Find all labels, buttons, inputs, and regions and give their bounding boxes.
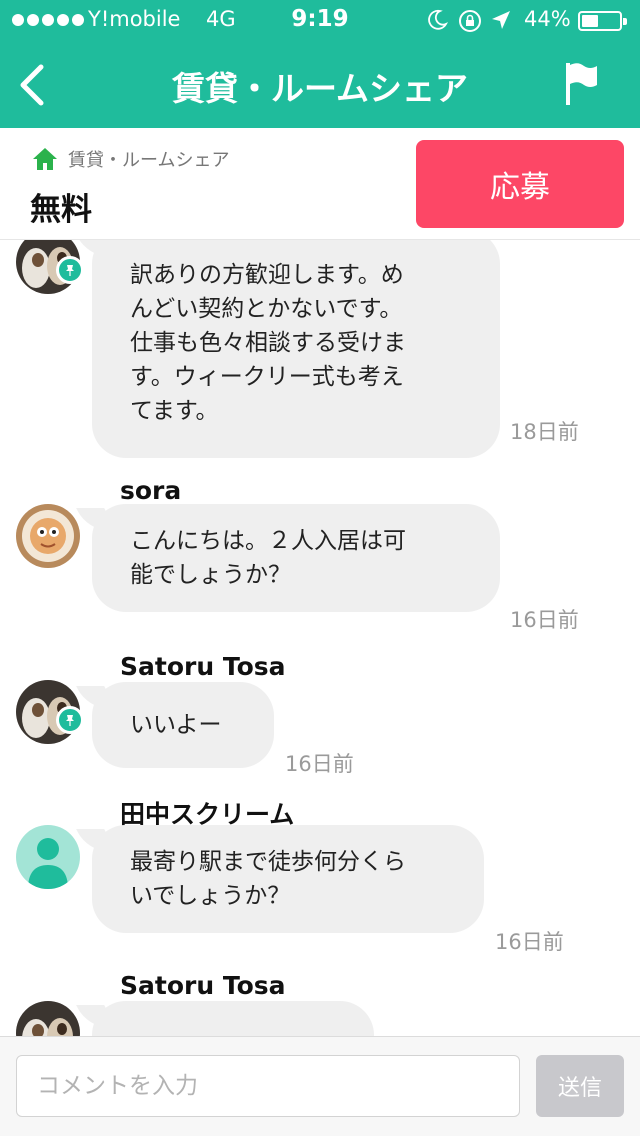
comment-thread[interactable]: 訳ありの方歓迎します。め んどい契約とかないです。 仕事も色々相談する受けま す…: [0, 240, 640, 1036]
chat-message: Satoru Tosa いいよー 16日前: [0, 652, 640, 782]
flag-icon: [566, 63, 597, 105]
message-timestamp: 16日前: [285, 752, 354, 776]
message-timestamp: 16日前: [495, 930, 564, 954]
home-icon: [33, 148, 57, 170]
avatar[interactable]: [16, 504, 80, 568]
owner-badge-icon: [56, 256, 84, 284]
latte-art-photo: [16, 504, 80, 568]
carrier-name: Y!mobile: [88, 7, 181, 31]
message-timestamp: 18日前: [510, 420, 579, 444]
moon-icon: [426, 9, 449, 36]
chat-message: 田中スクリーム 最寄り駅まで徒歩何分くら いでしょうか？ 16日前: [0, 795, 640, 965]
sender-name[interactable]: Satoru Tosa: [120, 652, 286, 681]
message-bubble: いいよー: [92, 682, 274, 768]
send-button[interactable]: 送信: [536, 1055, 624, 1117]
chat-message: Satoru Tosa: [0, 971, 640, 1036]
location-arrow-icon: [490, 9, 512, 36]
battery-icon: [578, 11, 627, 31]
report-flag-button[interactable]: [556, 56, 606, 112]
chat-message: 訳ありの方歓迎します。め んどい契約とかないです。 仕事も色々相談する受けま す…: [0, 240, 640, 460]
message-timestamp: 16日前: [510, 608, 579, 632]
battery-percent: 44%: [524, 7, 571, 31]
comment-input[interactable]: [16, 1055, 520, 1117]
status-bar: Y!mobile 4G 9:19 44%: [0, 0, 640, 40]
back-button[interactable]: [8, 56, 56, 114]
comment-composer: 送信: [0, 1036, 640, 1136]
chat-message: sora こんにちは。２人入居は可 能でしょうか？ 16日前: [0, 476, 640, 636]
message-bubble: [92, 1001, 374, 1036]
avatar[interactable]: [16, 1001, 80, 1036]
avatar[interactable]: [16, 825, 80, 889]
sender-name[interactable]: Satoru Tosa: [120, 971, 286, 1000]
network-type: 4G: [206, 7, 236, 31]
post-summary: 賃貸・ルームシェア 無料 応募: [0, 128, 640, 240]
avatar[interactable]: [16, 680, 84, 744]
top-bar: Y!mobile 4G 9:19 44% 賃貸・ルームシェア: [0, 0, 640, 128]
price-label: 無料: [30, 192, 92, 228]
chevron-left-icon: [20, 64, 44, 106]
avatar[interactable]: [16, 240, 84, 294]
sender-name[interactable]: sora: [120, 476, 181, 505]
message-bubble: 最寄り駅まで徒歩何分くら いでしょうか？: [92, 825, 484, 933]
cats-photo: [16, 1001, 80, 1036]
message-bubble: 訳ありの方歓迎します。め んどい契約とかないです。 仕事も色々相談する受けま す…: [92, 240, 500, 458]
page-title: 賃貸・ルームシェア: [171, 69, 468, 108]
owner-badge-icon: [56, 706, 84, 734]
breadcrumb-label: 賃貸・ルームシェア: [68, 150, 230, 171]
default-user-icon: [16, 825, 80, 889]
breadcrumb[interactable]: 賃貸・ルームシェア: [32, 146, 229, 172]
message-bubble: こんにちは。２人入居は可 能でしょうか？: [92, 504, 500, 612]
signal-dots-icon: [12, 14, 84, 26]
rotation-lock-icon: [458, 9, 482, 38]
apply-button[interactable]: 応募: [416, 140, 624, 228]
